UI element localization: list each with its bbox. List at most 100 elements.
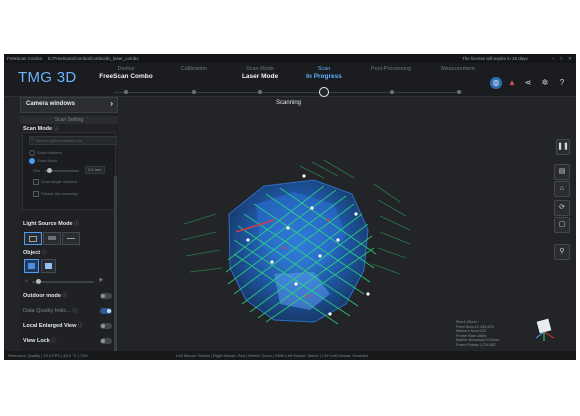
info-icon[interactable]: ⓘ xyxy=(62,293,67,299)
cube-icon xyxy=(28,263,35,269)
chevron-right-icon: › xyxy=(110,99,113,108)
info-icon[interactable]: ⓘ xyxy=(42,250,47,256)
brightness-slider[interactable] xyxy=(32,281,94,283)
option-single-markers[interactable]: Scan single markers xyxy=(33,179,77,185)
step-label: Measurement xyxy=(441,66,475,72)
local-enlarged-text: Local Enlarged View xyxy=(23,323,77,329)
step-value: FreeScan Combo xyxy=(99,73,153,80)
step-dot-current[interactable] xyxy=(319,87,329,97)
checkbox-icon xyxy=(33,179,39,185)
scanned-mesh xyxy=(228,179,369,323)
close-icon[interactable]: ✕ xyxy=(568,56,572,62)
res-label: Res xyxy=(33,168,41,173)
step-value: In Progress xyxy=(306,73,342,80)
search-input[interactable]: Search global markers file xyxy=(29,136,117,145)
view-lock-toggle[interactable] xyxy=(100,338,112,344)
app-name: FreeScan Combo xyxy=(7,56,43,61)
panel-scrollbar[interactable] xyxy=(114,176,117,360)
object-light-button[interactable] xyxy=(41,259,56,273)
option-label: Retake the scanning xyxy=(41,191,78,197)
res-value: 0.5 xyxy=(88,167,94,172)
help-icon[interactable]: ? xyxy=(556,77,568,89)
local-enlarged-toggle[interactable] xyxy=(100,323,112,329)
minimize-icon[interactable]: – xyxy=(552,56,555,61)
title-bar: FreeScan Combo E:/FreeScan/Combo/Combo/d… xyxy=(4,54,576,63)
share-icon[interactable]: ⋖ xyxy=(522,77,534,89)
light-source-text: Light Source Mode xyxy=(23,221,73,227)
data-quality-toggle[interactable] xyxy=(100,308,112,314)
light-mode-cross-button[interactable] xyxy=(24,232,42,245)
light-mode-single-button[interactable] xyxy=(62,232,80,245)
stat-line: Fused Points:1,234,567 xyxy=(456,342,497,347)
lines-icon xyxy=(48,236,56,240)
left-panel: Camera windows › Scan Setting Scan Mode … xyxy=(20,97,118,360)
brightness-slider-handle[interactable] xyxy=(36,279,41,284)
option-label: Scan Markers xyxy=(37,150,62,156)
object-text: Object xyxy=(23,250,41,256)
axis-gizmo[interactable] xyxy=(532,316,558,342)
brightness-high-icon: ☀ xyxy=(98,278,104,284)
globe-icon[interactable]: ◍ xyxy=(490,77,502,89)
step-dot[interactable] xyxy=(192,90,196,94)
status-center: Left Mouse: Rotate | Right Mouse: Pan | … xyxy=(176,353,369,358)
grid-icon xyxy=(29,236,37,242)
workflow-bar: TMG 3D Device FreeScan Combo Calibration… xyxy=(4,63,576,97)
scan-setting-header: Scan Setting xyxy=(20,116,118,124)
outdoor-mode-text: Outdoor mode xyxy=(23,293,61,299)
view-lock-label: View Lock ⓘ xyxy=(23,337,56,344)
brightness-low-icon: ☼ xyxy=(24,278,29,284)
object-dark-button[interactable] xyxy=(24,259,39,273)
option-label: Scan single markers xyxy=(41,179,78,185)
search-icon: ⌕ xyxy=(31,136,34,141)
local-enlarged-label: Local Enlarged View ⓘ xyxy=(23,322,83,329)
radio-selected-icon xyxy=(29,158,35,164)
step-dot[interactable] xyxy=(457,90,461,94)
step-measurement[interactable]: Measurement xyxy=(418,66,498,73)
scan-mode-box: Search global markers file ⌕ Scan Marker… xyxy=(22,132,117,210)
brand-logo: TMG 3D xyxy=(18,69,77,86)
camera-windows-label: Camera windows xyxy=(26,101,76,107)
settings-icon[interactable]: ✲ xyxy=(539,77,551,89)
info-icon[interactable]: ⓘ xyxy=(74,221,79,227)
camera-windows-button[interactable]: Camera windows › xyxy=(20,97,118,113)
scan-status-label: Scanning xyxy=(276,100,302,106)
radio-icon xyxy=(29,150,35,156)
status-bar: Reference Quality | 23.4 FPS | 49.0 °C |… xyxy=(4,351,576,360)
status-left: Reference Quality | 23.4 FPS | 49.0 °C |… xyxy=(8,353,88,358)
workflow-track xyxy=(114,92,462,93)
light-mode-parallel-button[interactable] xyxy=(43,232,61,245)
home-icon[interactable]: ⌂ xyxy=(554,181,570,197)
pin-icon[interactable]: ⚲ xyxy=(554,244,570,260)
option-retake[interactable]: Retake the scanning xyxy=(33,191,77,197)
option-scan-mesh[interactable]: Scan Mesh xyxy=(29,158,57,164)
app-window: FreeScan Combo E:/FreeScan/Combo/Combo/d… xyxy=(4,54,576,360)
data-quality-text: Data Quality Indic... xyxy=(23,308,71,314)
scan-mode-label: Scan Mode ⓘ xyxy=(23,125,59,132)
step-dot[interactable] xyxy=(390,90,394,94)
rotate-icon[interactable]: ⟳ xyxy=(554,200,570,216)
layers-icon[interactable]: ▤ xyxy=(554,164,570,180)
warning-icon[interactable]: ▲ xyxy=(506,77,518,89)
option-label: Scan Mesh xyxy=(37,158,58,164)
info-icon[interactable]: ⓘ xyxy=(51,338,56,344)
outdoor-mode-label: Outdoor mode ⓘ xyxy=(23,292,67,299)
option-scan-markers[interactable]: Scan Markers xyxy=(29,150,62,156)
step-dot[interactable] xyxy=(124,90,128,94)
res-value-field[interactable]: 0.5 mm xyxy=(85,166,105,174)
maximize-icon[interactable]: □ xyxy=(560,56,563,61)
outdoor-mode-toggle[interactable] xyxy=(100,293,112,299)
license-notice: The license will expire in 15 days xyxy=(462,56,528,61)
object-label: Object ⓘ xyxy=(23,249,47,256)
res-slider-handle[interactable] xyxy=(47,168,52,173)
info-icon[interactable]: ⓘ xyxy=(73,308,78,314)
scan-viewport[interactable] xyxy=(124,144,424,360)
info-icon[interactable]: ⓘ xyxy=(78,323,83,329)
delete-icon[interactable]: ▢ xyxy=(554,217,570,233)
cube-light-icon xyxy=(45,263,52,269)
step-dot[interactable] xyxy=(258,90,262,94)
line-icon xyxy=(67,238,75,239)
pause-icon[interactable]: ❚❚ xyxy=(556,139,570,155)
res-unit: mm xyxy=(94,167,102,172)
view-lock-text: View Lock xyxy=(23,338,50,344)
scan-stats: Res:1.00mm Point Num:12,345,678 Markers … xyxy=(456,320,499,348)
